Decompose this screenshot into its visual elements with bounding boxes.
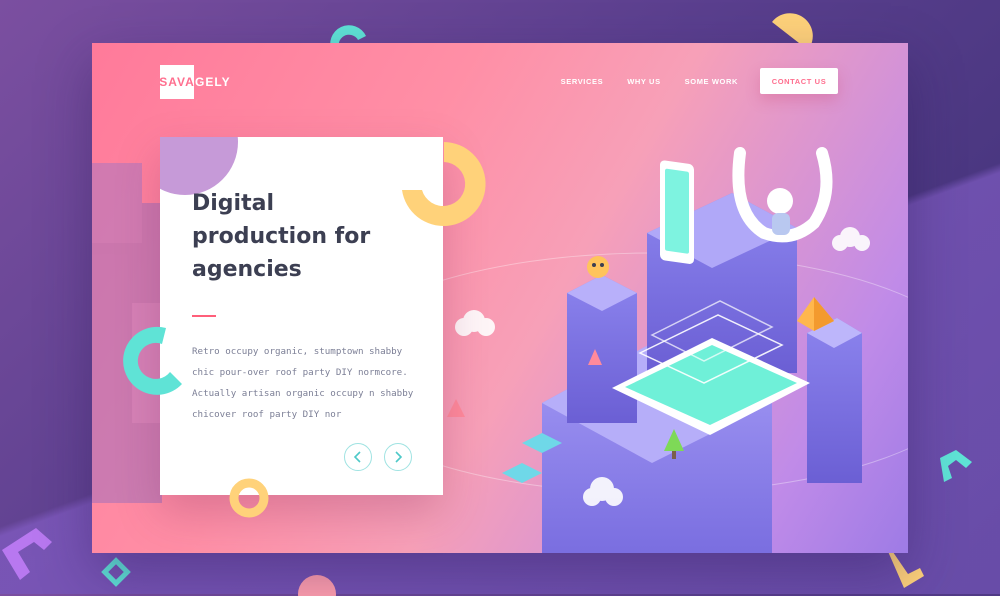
chevron-left-icon [353,451,361,463]
logo-rest-text: GELY [195,75,231,89]
teal-bracket-shape [940,450,972,482]
brand-logo[interactable]: SAVA GELY [159,65,231,99]
teal-diamond-shape [101,557,131,587]
nav-some-work[interactable]: SOME WORK [685,77,738,86]
nav-why-us[interactable]: WHY US [627,77,660,86]
logo-box-text: SAVA [159,65,194,99]
yellow-ring-shape [402,142,486,226]
pink-circle-shape [298,575,336,596]
title-divider [192,315,216,317]
contact-us-button[interactable]: CONTACT US [760,68,838,94]
chevron-right-icon [395,451,403,463]
yellow-donut-shape [229,478,269,518]
nav-services[interactable]: SERVICES [561,77,604,86]
main-nav: SERVICES WHY US SOME WORK CONTACT US [537,68,838,94]
hero-title: Digital production for agencies [192,191,371,282]
purple-bracket-shape [2,528,52,580]
next-slide-button[interactable] [384,443,412,471]
teal-c-shape [123,326,182,395]
prev-slide-button[interactable] [344,443,372,471]
hero-body: Retro occupy organic, stumptown shabby c… [192,346,414,420]
